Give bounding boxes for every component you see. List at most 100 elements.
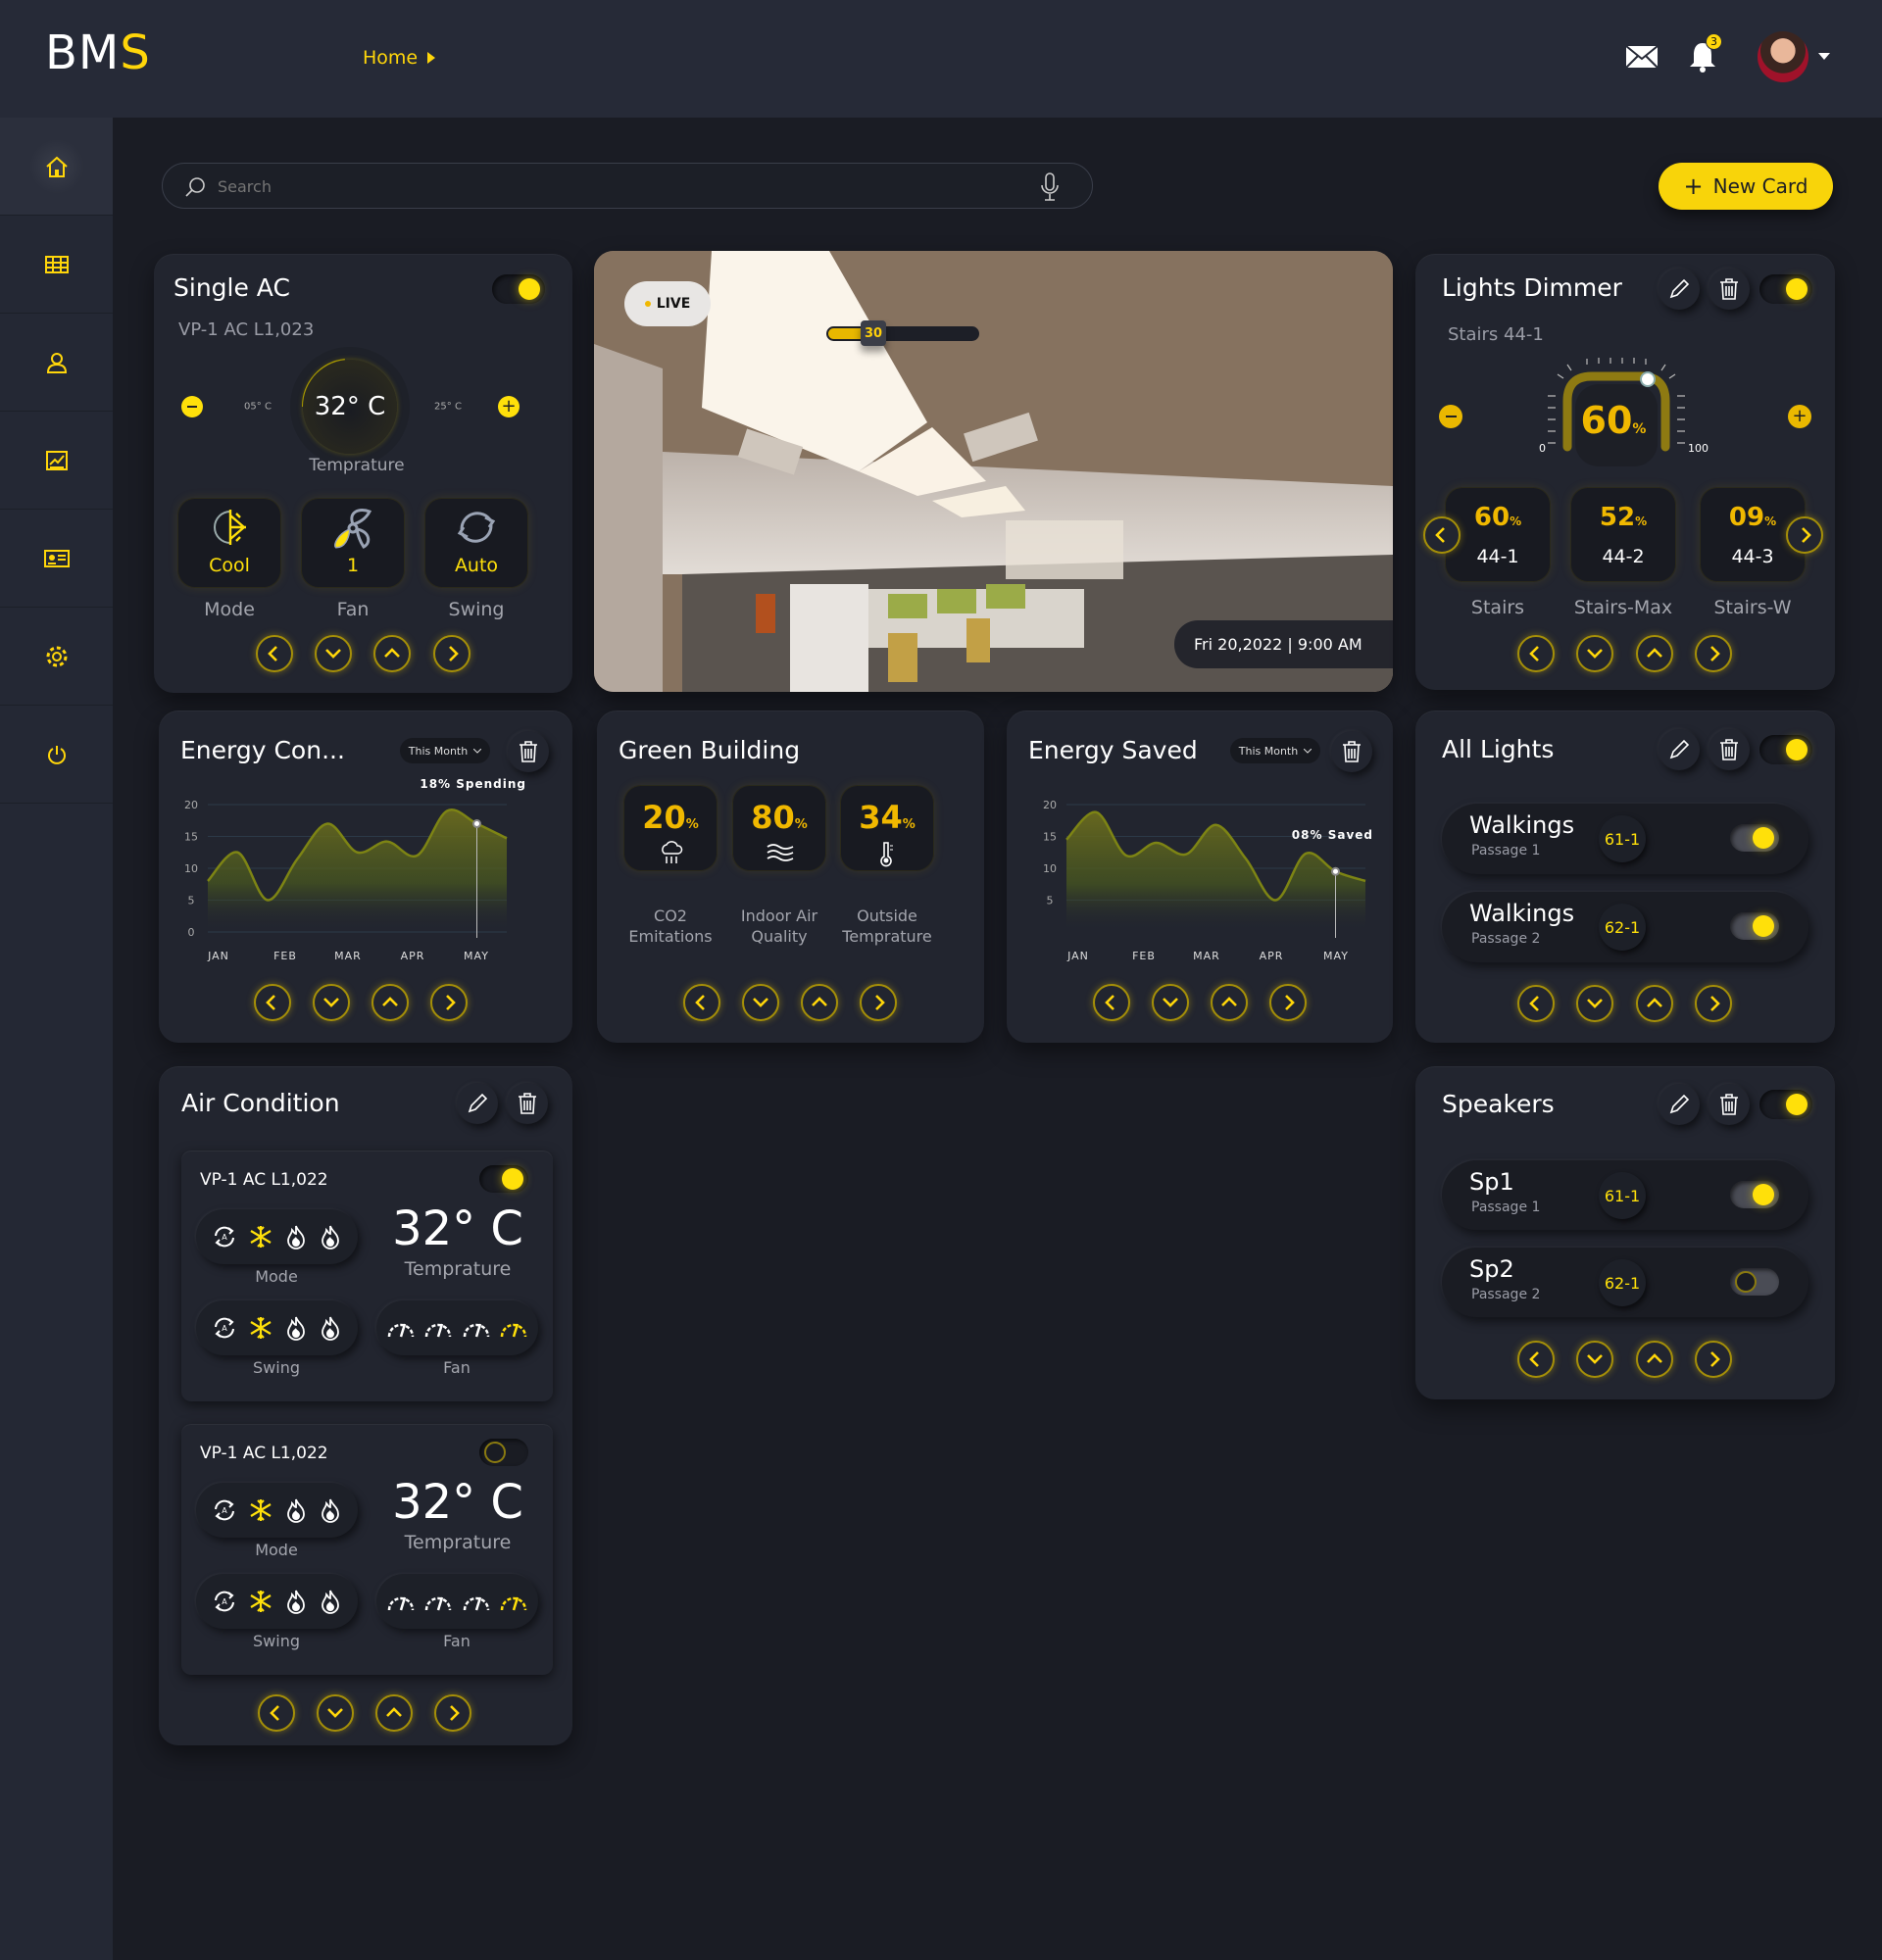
power-toggle[interactable] xyxy=(1759,735,1812,764)
mode-tile[interactable]: Cool xyxy=(177,498,281,588)
sidebar-item-power[interactable] xyxy=(0,706,113,804)
zone-tile[interactable]: 60% 44-1 xyxy=(1445,487,1551,582)
co2-tile[interactable]: 20% xyxy=(623,785,718,871)
air-quality-tile[interactable]: 80% xyxy=(732,785,826,871)
notifications-button[interactable]: 3 xyxy=(1688,33,1722,74)
right-arrow-button[interactable] xyxy=(860,984,897,1021)
microphone-icon[interactable] xyxy=(1040,172,1060,202)
user-avatar[interactable] xyxy=(1758,31,1808,82)
flame-icon[interactable] xyxy=(319,1315,342,1341)
down-arrow-button[interactable] xyxy=(742,984,779,1021)
power-toggle[interactable] xyxy=(1759,274,1812,304)
auto-mode-icon[interactable]: A xyxy=(212,1224,237,1250)
delete-button[interactable] xyxy=(507,1083,548,1124)
fan-speed-gauge-icon[interactable] xyxy=(499,1317,528,1339)
down-arrow-button[interactable] xyxy=(1576,635,1613,672)
swing-tile[interactable]: Auto xyxy=(424,498,528,588)
sidebar-item-home[interactable] xyxy=(0,118,113,216)
up-arrow-button[interactable] xyxy=(371,984,409,1021)
breadcrumb[interactable]: Home xyxy=(363,47,436,69)
fan-speed-gauge-icon[interactable] xyxy=(462,1317,491,1339)
ac-unit-toggle[interactable] xyxy=(479,1165,528,1193)
flame-icon[interactable] xyxy=(284,1589,308,1614)
zone-tile[interactable]: 52% 44-2 xyxy=(1570,487,1676,582)
brightness-slider[interactable]: 30 xyxy=(826,320,979,346)
up-arrow-button[interactable] xyxy=(1636,985,1673,1022)
left-arrow-button[interactable] xyxy=(683,984,720,1021)
flame-icon[interactable] xyxy=(284,1497,308,1523)
right-arrow-button[interactable] xyxy=(1269,984,1307,1021)
chevron-down-icon[interactable] xyxy=(1818,53,1830,61)
delete-button[interactable] xyxy=(1709,269,1750,310)
swing-selector[interactable]: A xyxy=(196,1300,358,1355)
up-arrow-button[interactable] xyxy=(801,984,838,1021)
left-arrow-button[interactable] xyxy=(258,1694,295,1732)
mode-selector[interactable]: A xyxy=(196,1209,358,1264)
right-arrow-button[interactable] xyxy=(1695,1341,1732,1378)
down-arrow-button[interactable] xyxy=(315,635,352,672)
down-arrow-button[interactable] xyxy=(1152,984,1189,1021)
right-arrow-button[interactable] xyxy=(1786,516,1823,554)
down-arrow-button[interactable] xyxy=(317,1694,354,1732)
auto-mode-icon[interactable]: A xyxy=(212,1589,237,1614)
right-arrow-button[interactable] xyxy=(433,635,470,672)
increase-brightness-button[interactable]: + xyxy=(1788,405,1811,428)
fan-tile[interactable]: 1 xyxy=(301,498,405,588)
speaker-toggle[interactable] xyxy=(1730,1268,1779,1296)
up-arrow-button[interactable] xyxy=(373,635,411,672)
flame-icon[interactable] xyxy=(319,1497,342,1523)
fan-speed-gauge-icon[interactable] xyxy=(462,1591,491,1612)
temperature-dial[interactable]: 32° C xyxy=(290,347,410,466)
new-card-button[interactable]: + New Card xyxy=(1659,163,1833,210)
auto-mode-icon[interactable]: A xyxy=(212,1315,237,1341)
left-arrow-button[interactable] xyxy=(1517,635,1555,672)
fan-speed-gauge-icon[interactable] xyxy=(499,1591,528,1612)
fan-speed-selector[interactable] xyxy=(376,1300,538,1355)
down-arrow-button[interactable] xyxy=(1576,1341,1613,1378)
decrease-temp-button[interactable] xyxy=(181,396,203,417)
light-toggle[interactable] xyxy=(1730,824,1779,852)
fan-speed-gauge-icon[interactable] xyxy=(386,1591,416,1612)
light-toggle[interactable] xyxy=(1730,912,1779,940)
left-arrow-button[interactable] xyxy=(1423,516,1461,554)
left-arrow-button[interactable] xyxy=(1517,985,1555,1022)
snowflake-icon[interactable] xyxy=(248,1497,273,1523)
up-arrow-button[interactable] xyxy=(1636,635,1673,672)
mail-icon[interactable] xyxy=(1625,45,1659,69)
flame-icon[interactable] xyxy=(319,1224,342,1250)
mode-selector[interactable]: A xyxy=(196,1483,358,1538)
sidebar-item-users[interactable] xyxy=(0,314,113,412)
right-arrow-button[interactable] xyxy=(1695,635,1732,672)
down-arrow-button[interactable] xyxy=(313,984,350,1021)
snowflake-icon[interactable] xyxy=(248,1315,273,1341)
down-arrow-button[interactable] xyxy=(1576,985,1613,1022)
delete-button[interactable] xyxy=(1709,1084,1750,1125)
sidebar-item-settings[interactable] xyxy=(0,608,113,706)
edit-button[interactable] xyxy=(1659,1084,1700,1125)
right-arrow-button[interactable] xyxy=(1695,985,1732,1022)
live-camera-card[interactable]: LIVE 30 Fri 20,2022 | 9:00 AM xyxy=(594,251,1393,692)
fan-speed-gauge-icon[interactable] xyxy=(423,1317,453,1339)
increase-temp-button[interactable]: + xyxy=(498,396,520,417)
left-arrow-button[interactable] xyxy=(256,635,293,672)
fan-speed-gauge-icon[interactable] xyxy=(386,1317,416,1339)
left-arrow-button[interactable] xyxy=(1517,1341,1555,1378)
edit-button[interactable] xyxy=(1659,729,1700,770)
snowflake-icon[interactable] xyxy=(248,1589,273,1614)
breadcrumb-home[interactable]: Home xyxy=(363,47,418,69)
edit-button[interactable] xyxy=(457,1083,498,1124)
up-arrow-button[interactable] xyxy=(1211,984,1248,1021)
fan-speed-gauge-icon[interactable] xyxy=(423,1591,453,1612)
outside-temp-tile[interactable]: 34% xyxy=(840,785,934,871)
auto-mode-icon[interactable]: A xyxy=(212,1497,237,1523)
search-input[interactable] xyxy=(218,172,1002,201)
sidebar-item-reports[interactable] xyxy=(0,412,113,510)
power-toggle[interactable] xyxy=(1759,1090,1812,1119)
power-toggle[interactable] xyxy=(492,274,545,304)
right-arrow-button[interactable] xyxy=(430,984,468,1021)
edit-button[interactable] xyxy=(1659,269,1700,310)
left-arrow-button[interactable] xyxy=(254,984,291,1021)
speaker-toggle[interactable] xyxy=(1730,1181,1779,1208)
ac-unit-toggle[interactable] xyxy=(479,1439,528,1466)
fan-speed-selector[interactable] xyxy=(376,1574,538,1629)
